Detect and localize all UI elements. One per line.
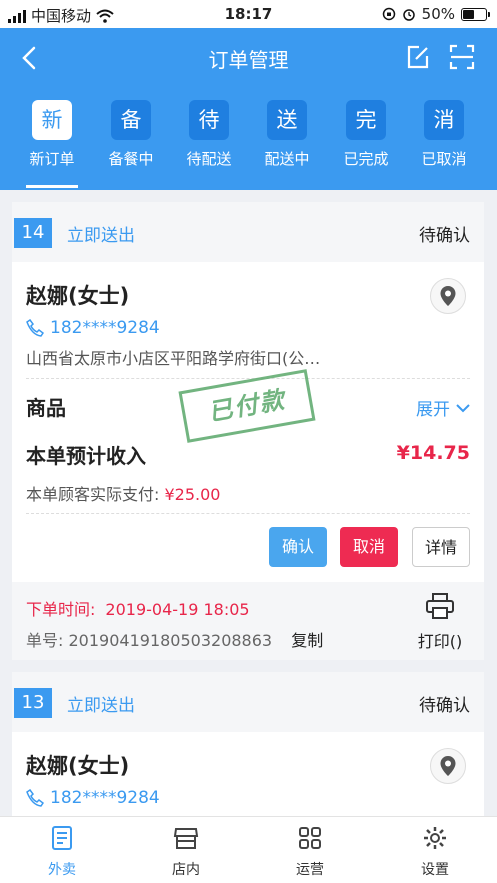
phone-icon [26,319,44,337]
order-status-tabs: 新 新订单 备 备餐中 待 待配送 送 配送中 完 已完成 消 已取消 [0,100,497,190]
tabbar-item-takeout[interactable]: 外卖 [0,825,124,879]
order-card-header: 13 立即送出 待确认 [12,672,484,732]
active-tab-indicator [26,185,78,188]
chevron-down-icon [456,403,470,412]
copy-button[interactable]: 复制 [291,631,323,650]
confirm-button[interactable]: 确认 [269,527,327,567]
battery-icon [461,7,490,21]
tab-cancelled[interactable]: 消 已取消 [405,100,483,190]
location-pin-icon [440,286,456,306]
delivery-type: 立即送出 [67,696,135,716]
phone-number: 182****9284 [50,318,160,338]
order-status: 待确认 [419,696,470,716]
divider [26,513,470,514]
tab-glyph: 完 [346,100,386,140]
battery-percent: 50% [421,5,455,23]
tab-glyph: 新 [32,100,72,140]
tab-label: 备餐中 [108,150,154,168]
tabbar-label: 店内 [172,862,200,878]
print-label: 打印() [417,632,463,651]
printer-icon [426,593,454,619]
tabbar-item-settings[interactable]: 设置 [373,825,497,879]
delivery-type: 立即送出 [67,226,135,246]
expand-goods-button[interactable]: 展开 [416,395,470,420]
order-time-label: 下单时间: [26,600,96,619]
location-pin-icon [440,756,456,776]
tab-new-orders[interactable]: 新 新订单 [13,100,91,190]
tab-label: 已取消 [421,150,467,168]
grid-icon [299,827,321,849]
income-label: 本单预计收入 [26,444,146,468]
order-status: 待确认 [419,226,470,246]
store-icon [173,828,199,849]
print-button[interactable]: 打印() [410,592,470,652]
paid-label: 本单顾客实际支付: [26,485,160,504]
tab-glyph: 待 [189,100,229,140]
status-bar: 中国移动 18:17 50% [0,0,497,28]
tabbar-label: 运营 [296,862,324,878]
detail-button[interactable]: 详情 [412,527,470,567]
location-button[interactable] [430,278,466,314]
bottom-tab-bar: 外卖 店内 运营 设置 [0,816,497,883]
phone-icon [26,789,44,807]
customer-phone[interactable]: 182****9284 [26,788,160,808]
order-time-value: 2019-04-19 18:05 [105,600,250,619]
order-card-header: 14 立即送出 待确认 [12,202,484,262]
tab-glyph: 送 [267,100,307,140]
order-time: 下单时间: 2019-04-19 18:05 [26,596,250,620]
goods-label: 商品 [26,396,66,420]
nav-bar: 订单管理 [0,28,497,88]
order-card-footer: 下单时间: 2019-04-19 18:05 单号: 20190419180503… [12,582,484,660]
order-card: 13 立即送出 待确认 赵娜(女士) 182****9284 [12,672,484,816]
edit-icon[interactable] [405,44,431,70]
customer-paid: 本单顾客实际支付: ¥25.00 [26,481,220,505]
order-number: 14 [14,218,52,248]
order-id-label: 单号: [26,631,64,650]
rotation-lock-icon [382,7,395,21]
gear-icon [424,827,446,849]
tab-label: 已完成 [343,150,389,168]
customer-name: 赵娜(女士) [26,284,130,308]
tab-label: 配送中 [264,150,310,168]
tab-preparing[interactable]: 备 备餐中 [92,100,170,190]
phone-number: 182****9284 [50,788,160,808]
order-id: 单号: 20190419180503208863 复制 [26,627,323,651]
tab-completed[interactable]: 完 已完成 [327,100,405,190]
tabbar-label: 外卖 [48,862,76,878]
scan-icon[interactable] [449,44,475,70]
customer-address: 山西省太原市小店区平阳路学府街口(公… [26,349,321,368]
tabbar-item-in-store[interactable]: 店内 [124,825,248,879]
tab-glyph: 备 [111,100,151,140]
cancel-button[interactable]: 取消 [340,527,398,567]
document-icon [52,826,72,850]
customer-phone[interactable]: 182****9284 [26,318,160,338]
header: 订单管理 新 新订单 备 备餐中 待 待配送 送 配送中 完 已完成 消 已取消 [0,28,497,190]
tabbar-item-operations[interactable]: 运营 [248,825,372,879]
location-button[interactable] [430,748,466,784]
income-value: ¥14.75 [396,442,470,464]
order-number: 13 [14,688,52,718]
tabbar-label: 设置 [421,862,449,878]
tab-delivering[interactable]: 送 配送中 [248,100,326,190]
order-id-value: 20190419180503208863 [68,631,273,650]
tab-label: 新订单 [29,150,75,168]
tab-awaiting-delivery[interactable]: 待 待配送 [170,100,248,190]
expand-label: 展开 [416,400,450,420]
tab-glyph: 消 [424,100,464,140]
alarm-icon [402,9,415,21]
order-card: 14 立即送出 待确认 赵娜(女士) 182****9284 山西省太原市小店区… [12,202,484,660]
paid-amount: ¥25.00 [164,485,221,504]
tab-label: 待配送 [186,150,232,168]
paid-stamp: 已付款 [178,369,316,443]
customer-name: 赵娜(女士) [26,754,130,778]
